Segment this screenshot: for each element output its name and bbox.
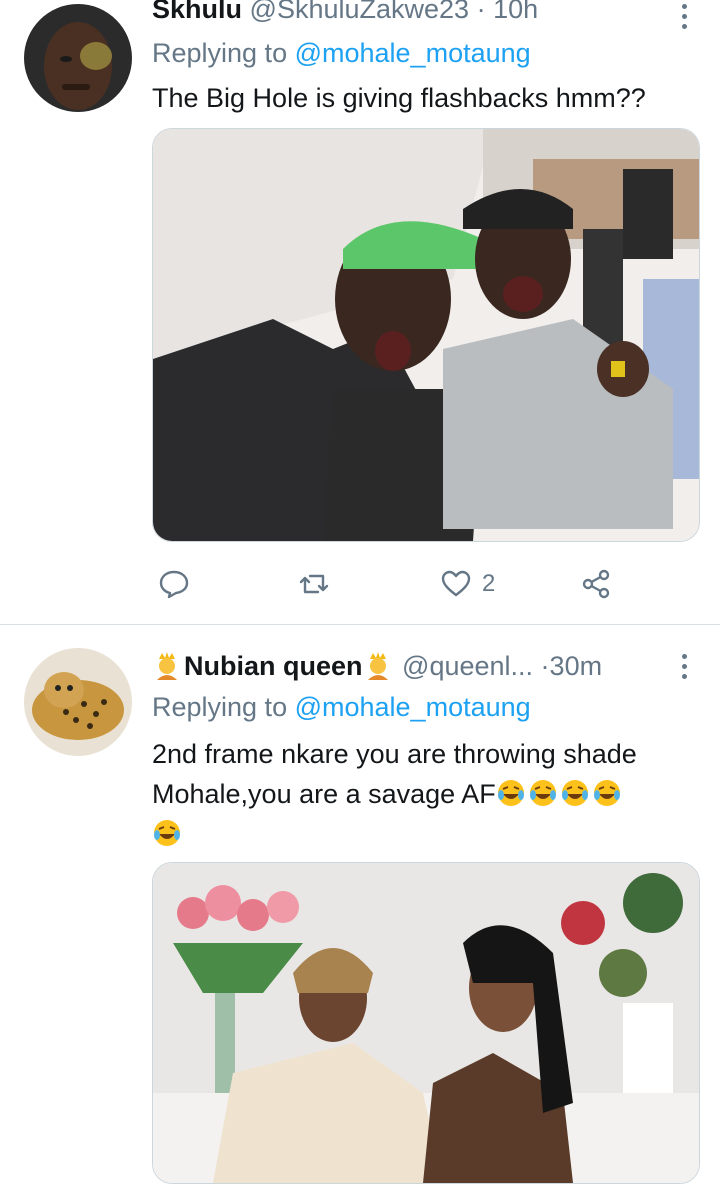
tweet-text-line: Mohale,you are a savage AF (152, 774, 696, 814)
retweet-button[interactable] (298, 564, 330, 604)
display-name[interactable]: Nubian queen (184, 651, 363, 681)
tweet-text: 2nd frame nkare you are throwing shade M… (152, 734, 696, 854)
like-count: 2 (482, 570, 496, 597)
user-handle[interactable]: @queenl... (402, 651, 533, 681)
tweet-header: Nubian queen @queenl... ·30m (152, 650, 650, 682)
share-button[interactable] (580, 564, 612, 604)
like-icon (441, 570, 471, 597)
tweet-actions: 2 (152, 564, 622, 604)
laughing-emoji (154, 820, 180, 846)
replying-to: Replying to @mohale_motaung (152, 38, 531, 69)
separator-dot: · (540, 651, 550, 681)
replying-to: Replying to @mohale_motaung (152, 692, 531, 723)
tweet-header: Skhulu @SkhuluZakwe23 · 10h (152, 0, 650, 25)
tweet-photo[interactable] (152, 862, 700, 1184)
replying-label: Replying to (152, 38, 295, 68)
display-name[interactable]: Skhulu (152, 0, 242, 24)
timestamp[interactable]: 30m (550, 651, 603, 681)
like-button[interactable]: 2 (440, 564, 495, 604)
laughing-emoji (529, 780, 556, 806)
tweet-text-line: 2nd frame nkare you are throwing shade (152, 739, 637, 769)
avatar[interactable] (24, 648, 132, 756)
separator-dot: · (476, 0, 486, 24)
share-icon (582, 569, 610, 599)
tweet-text-line (152, 814, 696, 854)
comment-icon (159, 570, 189, 599)
retweet-icon (299, 574, 329, 594)
user-handle[interactable]: @SkhuluZakwe23 (250, 0, 470, 24)
princess-emoji (157, 652, 177, 680)
more-icon[interactable] (678, 4, 690, 34)
reply-button[interactable] (158, 564, 190, 604)
laughing-emoji (593, 780, 620, 806)
timestamp[interactable]: 10h (493, 0, 538, 24)
tweet-text: The Big Hole is giving flashbacks hmm?? (152, 83, 646, 113)
avatar[interactable] (24, 4, 132, 112)
reply-mention-link[interactable]: @mohale_motaung (295, 38, 531, 68)
replying-label: Replying to (152, 692, 295, 722)
princess-emoji (367, 652, 388, 680)
tweet-photo[interactable] (152, 128, 700, 542)
laughing-emoji (561, 780, 588, 806)
reply-mention-link[interactable]: @mohale_motaung (295, 692, 531, 722)
tweet-card[interactable]: Nubian queen @queenl... ·30m Replying to… (0, 624, 720, 1184)
tweet-card[interactable]: Skhulu @SkhuluZakwe23 · 10h Replying to … (0, 0, 720, 624)
laughing-emoji (497, 780, 524, 806)
more-icon[interactable] (678, 654, 690, 684)
